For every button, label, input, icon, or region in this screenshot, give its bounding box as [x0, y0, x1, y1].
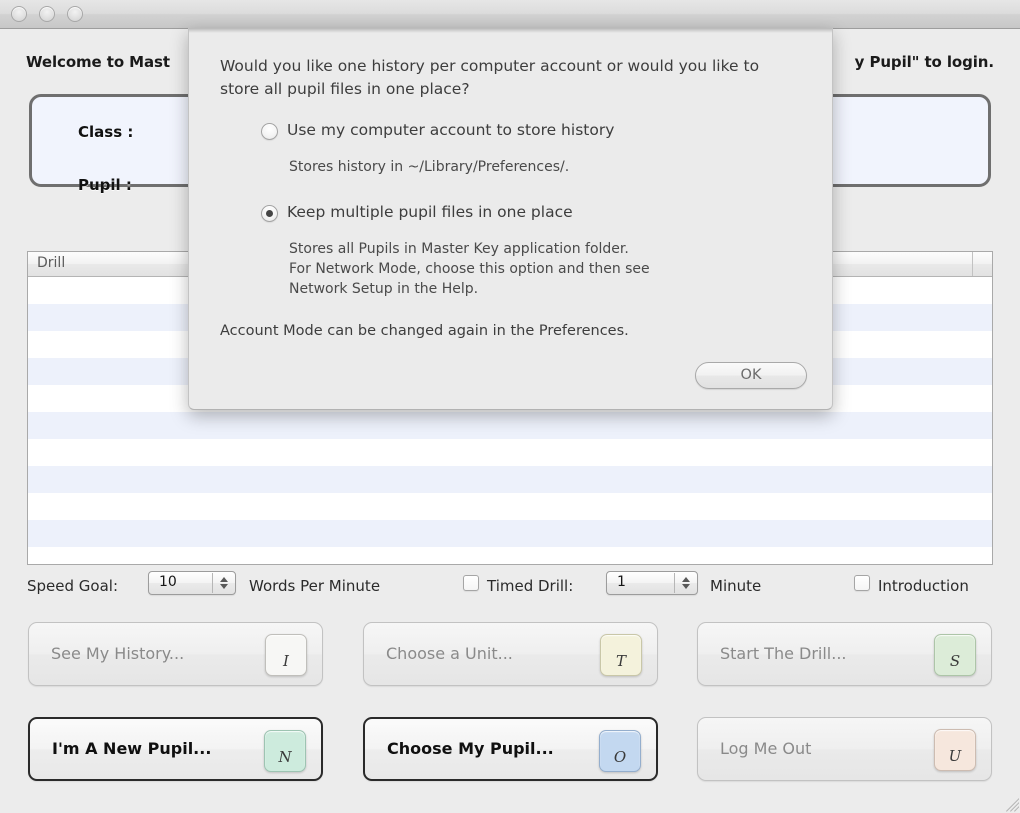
- speed-goal-stepper[interactable]: 10: [148, 571, 236, 595]
- app-window: Welcome to Mast y Pupil" to login. Class…: [0, 0, 1020, 813]
- column-header-drill[interactable]: Drill: [37, 255, 65, 271]
- column-divider[interactable]: [972, 252, 973, 276]
- stepper-arrows[interactable]: [675, 572, 697, 594]
- see-my-history-button[interactable]: See My History... I: [28, 622, 323, 686]
- radio-selected-dot: [266, 210, 273, 217]
- button-label: Choose a Unit...: [386, 644, 513, 663]
- dialog-note: Account Mode can be changed again in the…: [220, 323, 629, 339]
- minimize-icon[interactable]: [39, 6, 55, 22]
- table-row[interactable]: [28, 493, 992, 520]
- stepper-arrows[interactable]: [213, 572, 235, 594]
- welcome-tail: y Pupil" to login.: [854, 53, 994, 71]
- radio-icon[interactable]: [261, 205, 278, 222]
- button-label: See My History...: [51, 644, 185, 663]
- chevron-down-icon[interactable]: [220, 584, 228, 589]
- shortcut-key-icon: O: [599, 730, 641, 772]
- dialog-question: Would you like one history per computer …: [220, 57, 760, 98]
- radio-icon[interactable]: [261, 123, 278, 140]
- class-label: Class :: [78, 123, 134, 141]
- zoom-icon[interactable]: [67, 6, 83, 22]
- table-row[interactable]: [28, 412, 992, 439]
- chevron-up-icon[interactable]: [220, 577, 228, 582]
- timed-drill-stepper[interactable]: 1: [606, 571, 698, 595]
- button-label: Log Me Out: [720, 739, 812, 758]
- choose-a-unit-button[interactable]: Choose a Unit... T: [363, 622, 658, 686]
- shortcut-key-icon: N: [264, 730, 306, 772]
- choose-my-pupil-button[interactable]: Choose My Pupil... O: [363, 717, 658, 781]
- option-2-description: Stores all Pupils in Master Key applicat…: [289, 241, 650, 297]
- introduction-checkbox[interactable]: [854, 575, 870, 591]
- speed-goal-label: Speed Goal:: [27, 577, 119, 595]
- close-icon[interactable]: [11, 6, 27, 22]
- words-per-minute-label: Words Per Minute: [249, 577, 381, 595]
- radio-label: Use my computer account to store history: [287, 121, 615, 139]
- resize-grip-icon[interactable]: [1003, 796, 1019, 812]
- options-row: Speed Goal: 10 Words Per Minute Timed Dr…: [0, 571, 1020, 603]
- option-1-description: Stores history in ~/Library/Preferences/…: [289, 159, 570, 175]
- log-me-out-button[interactable]: Log Me Out U: [697, 717, 992, 781]
- shortcut-key-icon: U: [934, 729, 976, 771]
- button-label: I'm A New Pupil...: [52, 739, 212, 758]
- minute-label: Minute: [710, 577, 762, 595]
- window-titlebar: [0, 0, 1020, 29]
- table-row[interactable]: [28, 439, 992, 466]
- radio-label: Keep multiple pupil files in one place: [287, 203, 573, 221]
- button-label: Choose My Pupil...: [387, 739, 554, 758]
- timed-drill-checkbox[interactable]: [463, 575, 479, 591]
- account-mode-dialog: Would you like one history per computer …: [188, 28, 833, 410]
- shortcut-key-icon: I: [265, 634, 307, 676]
- im-a-new-pupil-button[interactable]: I'm A New Pupil... N: [28, 717, 323, 781]
- speed-goal-value: 10: [159, 574, 177, 590]
- timed-drill-value: 1: [617, 574, 626, 590]
- start-the-drill-button[interactable]: Start The Drill... S: [697, 622, 992, 686]
- table-row[interactable]: [28, 547, 992, 564]
- welcome-head: Welcome to Mast: [26, 53, 170, 71]
- introduction-label[interactable]: Introduction: [878, 577, 969, 595]
- timed-drill-label[interactable]: Timed Drill:: [487, 577, 573, 595]
- shortcut-key-icon: T: [600, 634, 642, 676]
- table-row[interactable]: [28, 520, 992, 547]
- sheet-shadow: [189, 28, 832, 33]
- pupil-label: Pupil :: [78, 176, 132, 194]
- chevron-down-icon[interactable]: [682, 584, 690, 589]
- table-row[interactable]: [28, 466, 992, 493]
- shortcut-key-icon: S: [934, 634, 976, 676]
- ok-button[interactable]: OK: [695, 362, 807, 389]
- button-label: Start The Drill...: [720, 644, 847, 663]
- chevron-up-icon[interactable]: [682, 577, 690, 582]
- ok-button-label: OK: [740, 367, 762, 383]
